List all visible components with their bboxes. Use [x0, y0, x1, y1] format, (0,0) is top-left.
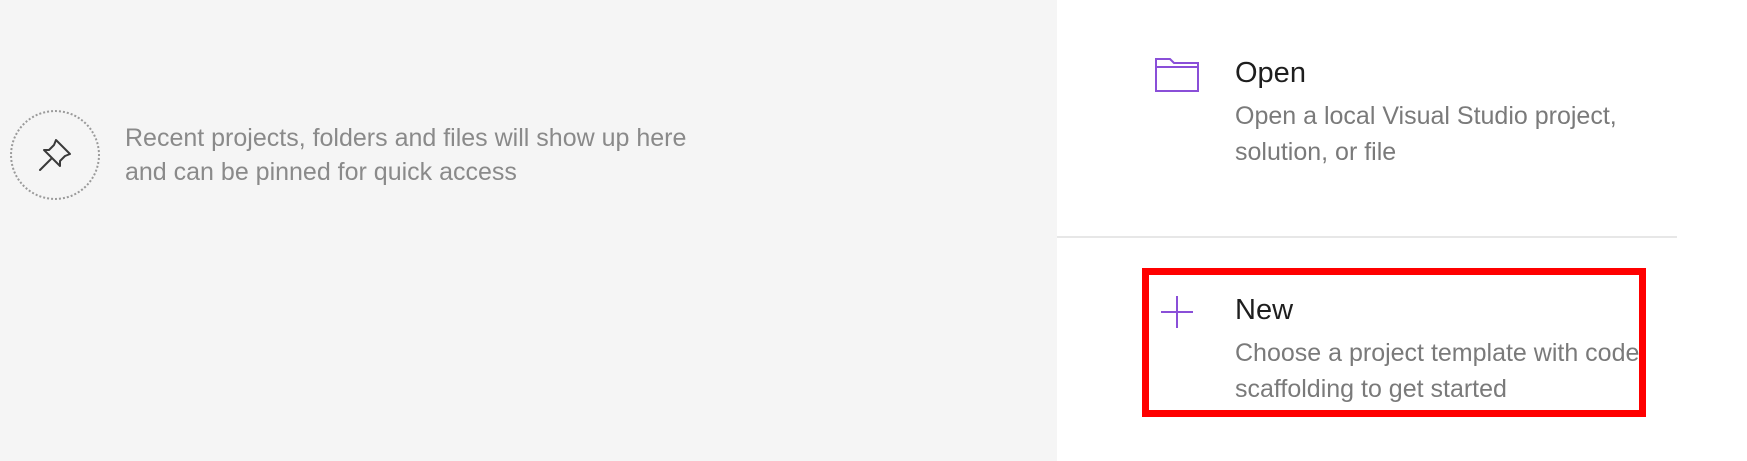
plus-icon: [1149, 292, 1205, 340]
get-started-pane: Open Open a local Visual Studio project,…: [1057, 0, 1747, 461]
new-description: Choose a project template with code scaf…: [1235, 339, 1640, 403]
open-action-body: Open Open a local Visual Studio project,…: [1235, 55, 1655, 170]
new-title: New: [1235, 294, 1294, 326]
pin-icon: [10, 110, 100, 200]
empty-state-message: Recent projects, folders and files will …: [125, 124, 687, 186]
start-window: Recent projects, folders and files will …: [0, 0, 1747, 461]
open-title: Open: [1235, 57, 1306, 89]
actions-divider: [1057, 236, 1677, 238]
open-action[interactable]: Open Open a local Visual Studio project,…: [1149, 55, 1655, 170]
new-action[interactable]: New Choose a project template with code …: [1149, 292, 1655, 407]
open-description: Open a local Visual Studio project, solu…: [1235, 102, 1617, 166]
new-action-body: New Choose a project template with code …: [1235, 292, 1655, 407]
folder-icon: [1149, 55, 1205, 103]
recent-projects-empty-state: Recent projects, folders and files will …: [10, 110, 725, 200]
recent-projects-pane: Recent projects, folders and files will …: [0, 0, 1057, 461]
